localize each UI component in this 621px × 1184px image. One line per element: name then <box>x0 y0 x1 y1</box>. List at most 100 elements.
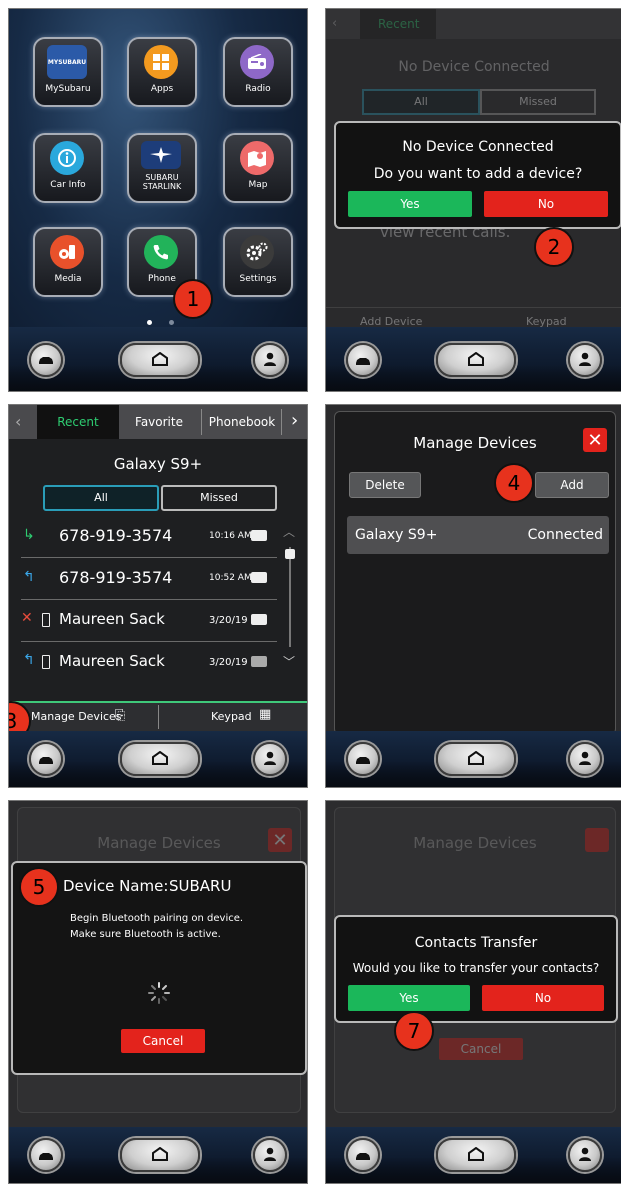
keypad-grid-icon: ▦ <box>259 707 272 722</box>
scroll-down-icon[interactable]: ﹀ <box>283 653 295 670</box>
profile-button[interactable] <box>568 742 602 776</box>
tab-recent[interactable]: Recent <box>37 405 119 439</box>
incoming-call-icon: ↳ <box>23 527 35 543</box>
close-icon[interactable]: ✕ <box>583 428 607 452</box>
no-button[interactable]: No <box>482 985 604 1011</box>
home-button[interactable] <box>120 1138 200 1172</box>
phone-icon <box>144 235 178 269</box>
home-screen-panel: MY SUBARU MySubaru Apps Radio Car Info SU… <box>8 8 308 392</box>
device-list-item[interactable]: Galaxy S9+ Connected <box>347 516 609 554</box>
yes-button[interactable]: Yes <box>348 985 470 1011</box>
recent-calls-panel: ‹ Recent Favorite Phonebook › Galaxy S9+… <box>8 404 308 788</box>
car-button[interactable] <box>346 343 380 377</box>
cancel-button[interactable]: Cancel <box>121 1029 205 1053</box>
car-icon <box>355 750 371 769</box>
chevron-right-icon[interactable]: › <box>291 410 298 431</box>
apps-grid-icon <box>144 45 178 79</box>
scrollbar-track[interactable] <box>289 547 291 647</box>
no-button[interactable]: No <box>484 191 608 217</box>
filter-label: Missed <box>519 95 557 108</box>
mobile-phone-icon <box>42 655 50 669</box>
manage-devices-button[interactable]: Manage Devices <box>31 710 122 723</box>
missed-call-icon: ✕ <box>21 610 33 626</box>
tab-recent[interactable]: Recent <box>360 9 436 39</box>
filter-all[interactable]: All <box>43 485 159 511</box>
app-map[interactable]: Map <box>223 133 293 203</box>
car-button[interactable] <box>346 1138 380 1172</box>
divider <box>158 705 159 729</box>
user-icon <box>578 750 592 769</box>
car-button[interactable] <box>29 1138 63 1172</box>
user-icon <box>263 1146 277 1165</box>
delete-button[interactable]: Delete <box>349 472 421 498</box>
home-button[interactable] <box>436 1138 516 1172</box>
scroll-up-icon[interactable]: ︿ <box>283 523 295 540</box>
app-label: Media <box>54 274 82 284</box>
page-indicator <box>169 320 174 325</box>
bottom-bar <box>326 1127 621 1183</box>
call-row[interactable]: ↰ Maureen Sack 3/20/19 <box>9 643 289 683</box>
message-icon[interactable] <box>251 572 267 583</box>
call-row[interactable]: ✕ Maureen Sack 3/20/19 <box>9 601 289 641</box>
message-icon[interactable] <box>251 614 267 625</box>
bottom-bar <box>326 731 621 787</box>
app-radio[interactable]: Radio <box>223 37 293 107</box>
chevron-left-icon[interactable]: ‹ <box>15 412 21 431</box>
home-button[interactable] <box>436 742 516 776</box>
profile-button[interactable] <box>253 1138 287 1172</box>
user-icon <box>578 351 592 370</box>
tab-label: Recent <box>378 17 420 31</box>
tab-phonebook[interactable]: Phonebook <box>205 415 279 429</box>
car-button[interactable] <box>346 742 380 776</box>
car-icon <box>38 352 54 368</box>
call-row[interactable]: ↰ 678-919-3574 10:52 AM <box>9 559 289 599</box>
device-name: Galaxy S9+ <box>355 527 438 543</box>
app-media[interactable]: Media <box>33 227 103 297</box>
tab-favorite[interactable]: Favorite <box>127 415 191 429</box>
profile-button[interactable] <box>253 742 287 776</box>
filter-all[interactable]: All <box>362 89 480 115</box>
chevron-left-icon[interactable]: ‹ <box>332 16 337 31</box>
settings-gear-icon <box>240 235 274 269</box>
close-icon[interactable]: ✕ <box>268 828 292 852</box>
home-button[interactable] <box>120 343 200 377</box>
close-icon[interactable] <box>585 828 609 852</box>
keypad-button[interactable]: Keypad <box>211 710 252 723</box>
profile-button[interactable] <box>568 343 602 377</box>
add-button[interactable]: Add <box>535 472 609 498</box>
manage-devices-panel: Manage Devices ✕ Delete Add Galaxy S9+ C… <box>325 404 621 788</box>
message-icon[interactable] <box>251 530 267 541</box>
tab-divider <box>281 409 282 435</box>
profile-button[interactable] <box>253 343 287 377</box>
scrollbar-thumb[interactable] <box>285 549 295 559</box>
filter-missed[interactable]: Missed <box>480 89 596 115</box>
no-device-panel: ‹ Recent No Device Connected All Missed … <box>325 8 621 392</box>
home-icon <box>467 1146 485 1165</box>
profile-button[interactable] <box>568 1138 602 1172</box>
app-label: MySubaru <box>45 84 91 94</box>
tab-bar: ‹ Recent Favorite Phonebook › <box>9 405 307 439</box>
home-button[interactable] <box>436 343 516 377</box>
cancel-button[interactable]: Cancel <box>439 1038 523 1060</box>
contacts-transfer-dialog: Contacts Transfer Would you like to tran… <box>334 915 618 1023</box>
call-row[interactable]: ↳ 678-919-3574 10:16 AM <box>9 517 289 557</box>
car-icon <box>38 750 54 769</box>
app-apps[interactable]: Apps <box>127 37 197 107</box>
home-button[interactable] <box>120 742 200 776</box>
call-name: 678-919-3574 <box>59 526 173 545</box>
car-button[interactable] <box>29 742 63 776</box>
filter-missed[interactable]: Missed <box>161 485 277 511</box>
user-icon <box>263 750 277 769</box>
row-divider <box>21 599 277 600</box>
app-starlink[interactable]: SUBARU STARLINK <box>127 133 197 203</box>
car-button[interactable] <box>29 343 63 377</box>
app-settings[interactable]: Settings <box>223 227 293 297</box>
yes-button[interactable]: Yes <box>348 191 472 217</box>
call-time: 10:52 AM <box>209 573 252 583</box>
filter-label: Missed <box>200 491 238 504</box>
step-badge-7: 7 <box>394 1011 434 1051</box>
message-icon[interactable] <box>251 656 267 667</box>
filter-label: All <box>94 491 108 504</box>
app-mysubaru[interactable]: MY SUBARU MySubaru <box>33 37 103 107</box>
app-car-info[interactable]: Car Info <box>33 133 103 203</box>
